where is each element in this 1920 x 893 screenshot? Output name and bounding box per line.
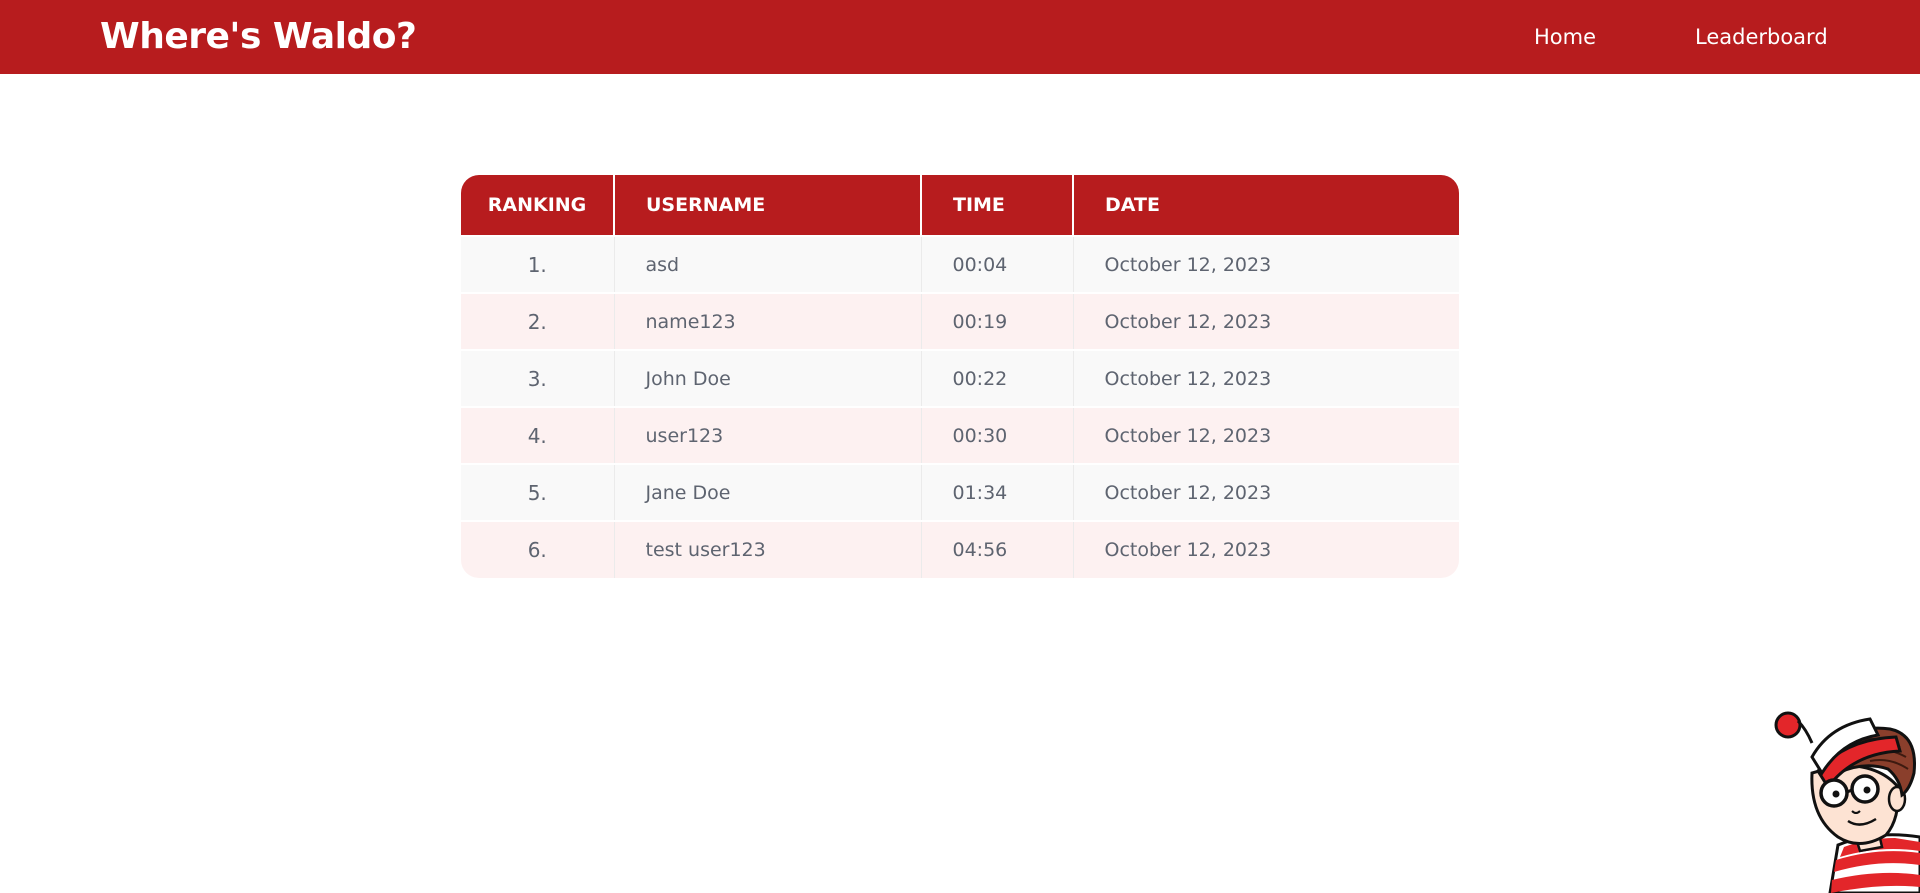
cell-rank: 5. xyxy=(461,463,615,521)
cell-rank: 4. xyxy=(461,406,615,464)
cell-username: test user123 xyxy=(614,520,922,578)
cell-rank: 6. xyxy=(461,520,615,578)
cell-time: 04:56 xyxy=(921,520,1074,578)
table-header: RANKING USERNAME TIME DATE xyxy=(461,175,1459,236)
table-body: 1. asd 00:04 October 12, 2023 2. name123… xyxy=(461,235,1459,578)
cell-date: October 12, 2023 xyxy=(1073,463,1459,521)
cell-username: John Doe xyxy=(614,349,922,407)
table-row: 2. name123 00:19 October 12, 2023 xyxy=(461,292,1459,350)
cell-time: 00:30 xyxy=(921,406,1074,464)
table-row: 5. Jane Doe 01:34 October 12, 2023 xyxy=(461,463,1459,521)
table-row: 1. asd 00:04 October 12, 2023 xyxy=(461,235,1459,293)
cell-time: 00:19 xyxy=(921,292,1074,350)
brand-title[interactable]: Where's Waldo? xyxy=(100,16,417,58)
cell-time: 01:34 xyxy=(921,463,1074,521)
cell-date: October 12, 2023 xyxy=(1073,520,1459,578)
column-header-ranking: RANKING xyxy=(461,175,615,236)
cell-username: Jane Doe xyxy=(614,463,922,521)
cell-date: October 12, 2023 xyxy=(1073,235,1459,293)
cell-date: October 12, 2023 xyxy=(1073,292,1459,350)
column-header-username: USERNAME xyxy=(614,175,922,236)
nav-link-leaderboard[interactable]: Leaderboard xyxy=(1695,24,1828,50)
cell-date: October 12, 2023 xyxy=(1073,406,1459,464)
table-header-row: RANKING USERNAME TIME DATE xyxy=(461,175,1459,236)
cell-username: asd xyxy=(614,235,922,293)
table-row: 6. test user123 04:56 October 12, 2023 xyxy=(461,520,1459,578)
cell-username: user123 xyxy=(614,406,922,464)
column-header-time: TIME xyxy=(921,175,1074,236)
nav-link-home[interactable]: Home xyxy=(1534,24,1596,50)
cell-rank: 3. xyxy=(461,349,615,407)
cell-rank: 1. xyxy=(461,235,615,293)
table-row: 3. John Doe 00:22 October 12, 2023 xyxy=(461,349,1459,407)
cell-date: October 12, 2023 xyxy=(1073,349,1459,407)
cell-time: 00:22 xyxy=(921,349,1074,407)
cell-username: name123 xyxy=(614,292,922,350)
top-navbar: Where's Waldo? Home Leaderboard xyxy=(0,0,1920,74)
cell-rank: 2. xyxy=(461,292,615,350)
column-header-date: DATE xyxy=(1073,175,1459,236)
waldo-mascot-icon xyxy=(1774,711,1920,893)
leaderboard-table: RANKING USERNAME TIME DATE 1. asd 00:04 … xyxy=(461,175,1459,578)
leaderboard-table-container: RANKING USERNAME TIME DATE 1. asd 00:04 … xyxy=(461,175,1459,578)
table-row: 4. user123 00:30 October 12, 2023 xyxy=(461,406,1459,464)
cell-time: 00:04 xyxy=(921,235,1074,293)
